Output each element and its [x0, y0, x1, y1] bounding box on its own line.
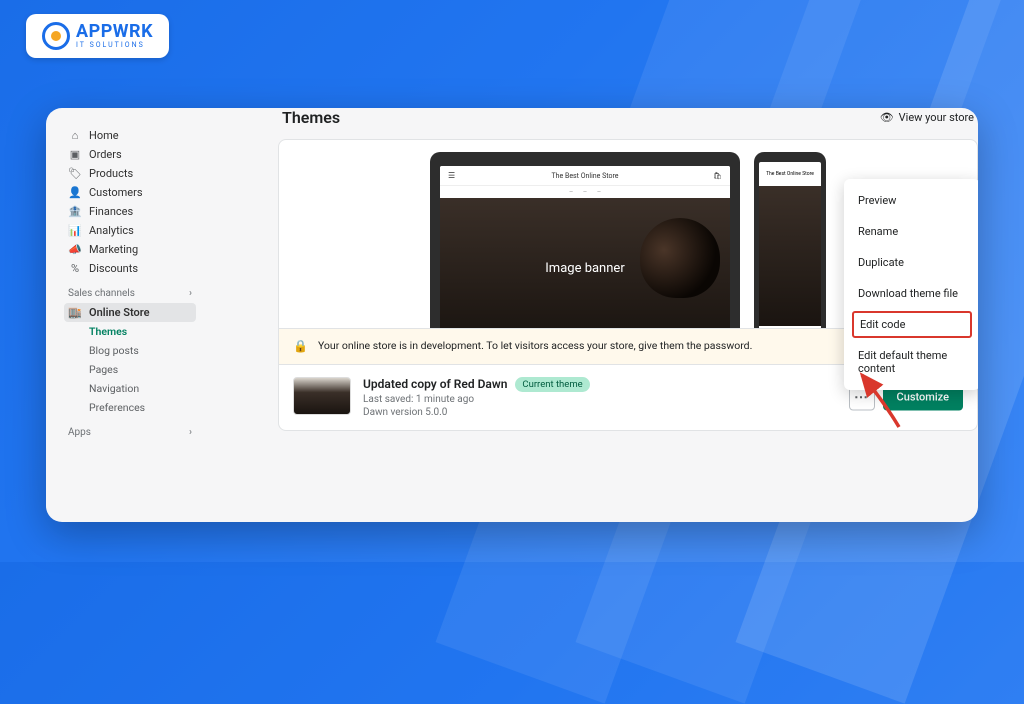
- sidebar-item-marketing[interactable]: 📣Marketing: [64, 240, 196, 259]
- logo-text: APPWRK: [76, 23, 153, 41]
- apps-label: Apps ›: [68, 427, 192, 438]
- sidebar-item-orders[interactable]: ▣Orders: [64, 145, 196, 164]
- dropdown-edit-code[interactable]: Edit code: [852, 311, 972, 338]
- hero-banner: Image banner: [440, 198, 730, 328]
- orders-icon: ▣: [68, 148, 82, 161]
- finances-icon: 🏦: [68, 205, 82, 218]
- customers-icon: 👤: [68, 186, 82, 199]
- theme-name: Updated copy of Red Dawn: [363, 377, 507, 391]
- sidebar-item-products[interactable]: 🏷Products: [64, 164, 196, 183]
- sales-channels-label: Sales channels ›: [68, 288, 192, 299]
- sidebar-item-online-store[interactable]: 🏬Online Store: [64, 303, 196, 322]
- sidebar-item-analytics[interactable]: 📊Analytics: [64, 221, 196, 240]
- appwrk-logo: APPWRK IT SOLUTIONS: [26, 14, 169, 58]
- sidebar-sub-pages[interactable]: Pages: [64, 360, 196, 379]
- home-icon: ⌂: [68, 129, 82, 142]
- dropdown-duplicate[interactable]: Duplicate: [844, 247, 978, 278]
- preview-store-name: The Best Online Store: [440, 166, 730, 186]
- sidebar-sub-navigation[interactable]: Navigation: [64, 379, 196, 398]
- theme-actions-dropdown: Preview Rename Duplicate Download theme …: [844, 179, 978, 390]
- dropdown-rename[interactable]: Rename: [844, 216, 978, 247]
- eye-icon: 👁: [880, 111, 894, 124]
- view-store-link[interactable]: 👁 View your store: [880, 111, 974, 124]
- lock-icon: 🔒: [293, 339, 308, 353]
- app-window: ⌂Home ▣Orders 🏷Products 👤Customers 🏦Fina…: [46, 108, 978, 522]
- dropdown-preview[interactable]: Preview: [844, 185, 978, 216]
- theme-thumbnail: [293, 377, 351, 415]
- sidebar-item-finances[interactable]: 🏦Finances: [64, 202, 196, 221]
- sidebar-sub-blog[interactable]: Blog posts: [64, 341, 196, 360]
- discounts-icon: %: [68, 262, 82, 275]
- sidebar-item-customers[interactable]: 👤Customers: [64, 183, 196, 202]
- desktop-preview: The Best Online Store ——— Image banner: [430, 152, 740, 328]
- products-icon: 🏷: [68, 167, 82, 180]
- dropdown-download[interactable]: Download theme file: [844, 278, 978, 309]
- main-content: Themes 👁 View your store The Best Online…: [278, 108, 978, 522]
- chevron-right-icon[interactable]: ›: [189, 288, 192, 299]
- analytics-icon: 📊: [68, 224, 82, 237]
- logo-subtitle: IT SOLUTIONS: [76, 41, 153, 49]
- sidebar-item-discounts[interactable]: %Discounts: [64, 259, 196, 278]
- mobile-preview: The Best Online Store: [754, 152, 826, 328]
- marketing-icon: 📣: [68, 243, 82, 256]
- sidebar-item-home[interactable]: ⌂Home: [64, 126, 196, 145]
- sidebar: ⌂Home ▣Orders 🏷Products 👤Customers 🏦Fina…: [64, 126, 196, 504]
- current-theme-badge: Current theme: [515, 377, 589, 392]
- page-title: Themes: [282, 108, 340, 127]
- chevron-right-icon[interactable]: ›: [189, 427, 192, 438]
- store-icon: 🏬: [68, 306, 82, 319]
- sidebar-sub-themes[interactable]: Themes: [64, 322, 196, 341]
- sidebar-sub-preferences[interactable]: Preferences: [64, 398, 196, 417]
- dropdown-edit-content[interactable]: Edit default theme content: [844, 340, 978, 384]
